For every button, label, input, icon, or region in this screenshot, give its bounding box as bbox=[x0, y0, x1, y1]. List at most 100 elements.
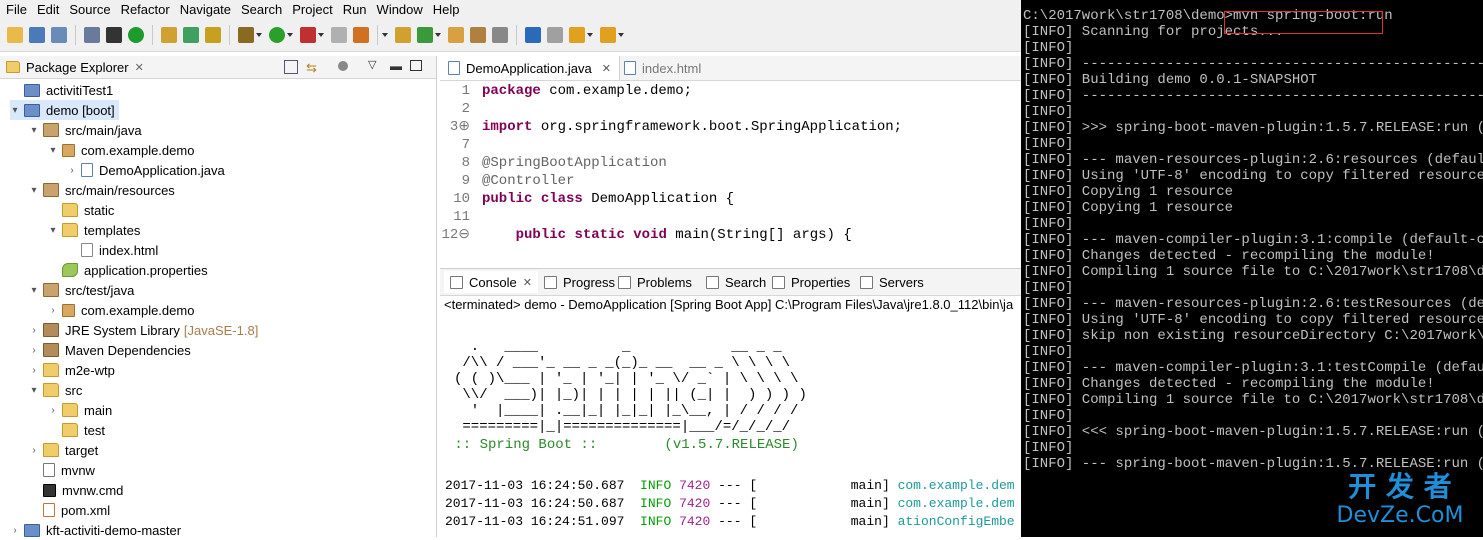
tree-item[interactable]: › kft-activiti-demo-master bbox=[10, 520, 181, 540]
tree-item[interactable]: › Maven Dependencies bbox=[29, 340, 190, 360]
menu-item-run[interactable]: Run bbox=[343, 2, 367, 17]
editor-tab[interactable]: DemoApplication.java ✕ bbox=[440, 56, 620, 80]
new-icon[interactable] bbox=[7, 26, 23, 43]
tree-item[interactable]: index.html bbox=[67, 240, 158, 260]
terminal-window[interactable]: C:\2017work\str1708\demo>mvn spring-boot… bbox=[1021, 0, 1483, 537]
save-all-icon[interactable] bbox=[51, 26, 67, 43]
expand-toggle-icon[interactable]: ▾ bbox=[10, 105, 20, 116]
open-folder-icon[interactable] bbox=[448, 26, 464, 43]
chevron-down-icon[interactable] bbox=[587, 32, 593, 37]
debug-perspective-icon[interactable] bbox=[183, 26, 199, 43]
expand-toggle-icon[interactable]: ▾ bbox=[29, 385, 39, 396]
bug-icon[interactable] bbox=[238, 26, 254, 43]
maximize-icon[interactable] bbox=[410, 60, 422, 71]
new-server-icon[interactable] bbox=[353, 26, 369, 43]
menu-item-window[interactable]: Window bbox=[377, 2, 423, 17]
console-tab[interactable]: Problems bbox=[618, 271, 692, 293]
chevron-down-icon[interactable] bbox=[256, 32, 262, 37]
editor-tab[interactable]: index.html bbox=[616, 56, 709, 80]
chevron-down-icon[interactable] bbox=[287, 32, 293, 37]
menu-item-help[interactable]: Help bbox=[433, 2, 460, 17]
package-explorer-tab[interactable]: Package Explorer ✕ bbox=[6, 56, 144, 78]
menu-item-source[interactable]: Source bbox=[69, 2, 110, 17]
expand-toggle-icon[interactable]: › bbox=[29, 365, 39, 376]
expand-toggle-icon[interactable]: ▾ bbox=[29, 125, 39, 136]
expand-toggle-icon[interactable]: › bbox=[48, 305, 58, 316]
console-tab[interactable]: Search bbox=[706, 271, 766, 293]
console-tab[interactable]: Progress bbox=[544, 271, 615, 293]
pin-icon[interactable] bbox=[492, 26, 508, 43]
tree-item[interactable]: ▾ src/test/java bbox=[29, 280, 134, 300]
menu-item-edit[interactable]: Edit bbox=[37, 2, 59, 17]
terminal-icon[interactable] bbox=[106, 26, 122, 43]
coverage-icon[interactable] bbox=[300, 26, 316, 43]
menu-item-project[interactable]: Project bbox=[292, 2, 332, 17]
search-icon[interactable] bbox=[470, 26, 486, 43]
menu-item-search[interactable]: Search bbox=[241, 2, 282, 17]
tree-item[interactable]: ▾ src/main/resources bbox=[29, 180, 174, 200]
globe-icon[interactable] bbox=[525, 26, 541, 43]
chevron-down-icon[interactable] bbox=[382, 32, 388, 37]
tree-item[interactable]: ▾ src bbox=[29, 380, 82, 400]
expand-toggle-icon[interactable]: › bbox=[67, 165, 77, 176]
tree-item[interactable]: test bbox=[48, 420, 105, 440]
console-tab[interactable]: Properties bbox=[772, 271, 850, 293]
tree-item[interactable]: static bbox=[48, 200, 114, 220]
expand-toggle-icon[interactable]: › bbox=[29, 345, 39, 356]
chevron-down-icon[interactable] bbox=[318, 32, 324, 37]
expand-toggle-icon[interactable]: › bbox=[48, 405, 58, 416]
tree-item[interactable]: › target bbox=[29, 440, 98, 460]
outline-icon[interactable] bbox=[161, 26, 177, 43]
chevron-down-icon[interactable] bbox=[618, 32, 624, 37]
expand-toggle-icon[interactable]: ▾ bbox=[48, 225, 58, 236]
tree-item[interactable]: › m2e-wtp bbox=[29, 360, 115, 380]
expand-toggle-icon[interactable]: ▾ bbox=[48, 145, 58, 156]
tree-item[interactable]: activitiTest1 bbox=[10, 80, 113, 100]
library-icon bbox=[43, 343, 59, 357]
menu-item-navigate[interactable]: Navigate bbox=[180, 2, 231, 17]
tree-item[interactable]: › com.example.demo bbox=[48, 300, 194, 320]
minimize-icon[interactable]: ▬ bbox=[390, 59, 402, 73]
close-icon[interactable]: ✕ bbox=[602, 62, 611, 75]
console-tab-label: Progress bbox=[563, 274, 616, 290]
close-icon[interactable]: ✕ bbox=[135, 61, 144, 74]
tree-item[interactable]: ▾ demo [boot] bbox=[10, 100, 119, 120]
task-icon[interactable] bbox=[205, 26, 221, 43]
run-icon[interactable] bbox=[269, 26, 285, 43]
expand-toggle-icon[interactable]: › bbox=[29, 325, 39, 336]
menu-item-file[interactable]: File bbox=[6, 2, 27, 17]
tree-item[interactable]: mvnw bbox=[29, 460, 95, 480]
expand-toggle-icon[interactable]: › bbox=[29, 445, 39, 456]
expand-toggle-icon[interactable]: ▾ bbox=[29, 185, 39, 196]
tree-item[interactable]: ▾ com.example.demo bbox=[48, 140, 194, 160]
console-tab[interactable]: Console ✕ bbox=[444, 271, 538, 293]
collapse-all-icon[interactable] bbox=[284, 60, 298, 74]
filter-icon[interactable] bbox=[338, 61, 348, 71]
view-menu-icon[interactable]: ▽ bbox=[368, 58, 376, 71]
tree-item[interactable]: › main bbox=[48, 400, 112, 420]
refresh-icon[interactable] bbox=[417, 26, 433, 43]
link-editor-icon[interactable]: ⇆ bbox=[306, 60, 317, 76]
print-icon[interactable] bbox=[84, 26, 100, 43]
tree-item[interactable]: ▾ templates bbox=[48, 220, 140, 240]
stop-icon[interactable] bbox=[331, 26, 347, 43]
menu-item-refactor[interactable]: Refactor bbox=[121, 2, 170, 17]
chevron-down-icon[interactable] bbox=[435, 32, 441, 37]
nav-forward-icon[interactable] bbox=[600, 26, 616, 43]
expand-toggle-icon[interactable]: ▾ bbox=[29, 285, 39, 296]
code-editor[interactable]: 1 package com.example.demo; 2 3⊕ import org.… bbox=[440, 82, 1021, 264]
tree-item[interactable]: pom.xml bbox=[29, 500, 110, 520]
nav-back-icon[interactable] bbox=[569, 26, 585, 43]
new-java-project-icon[interactable] bbox=[395, 26, 411, 43]
tree-item[interactable]: ▾ src/main/java bbox=[29, 120, 141, 140]
console-tab[interactable]: Servers bbox=[860, 271, 924, 293]
expand-toggle-icon[interactable]: › bbox=[10, 525, 20, 536]
annotation-icon[interactable] bbox=[547, 26, 563, 43]
save-icon[interactable] bbox=[29, 26, 45, 43]
tree-item[interactable]: application.properties bbox=[48, 260, 208, 280]
tree-item[interactable]: › JRE System Library [JavaSE-1.8] bbox=[29, 320, 258, 340]
power-icon[interactable] bbox=[128, 26, 144, 43]
tree-item[interactable]: › DemoApplication.java bbox=[67, 160, 224, 180]
tree-item[interactable]: mvnw.cmd bbox=[29, 480, 123, 500]
close-icon[interactable]: ✕ bbox=[523, 276, 532, 289]
